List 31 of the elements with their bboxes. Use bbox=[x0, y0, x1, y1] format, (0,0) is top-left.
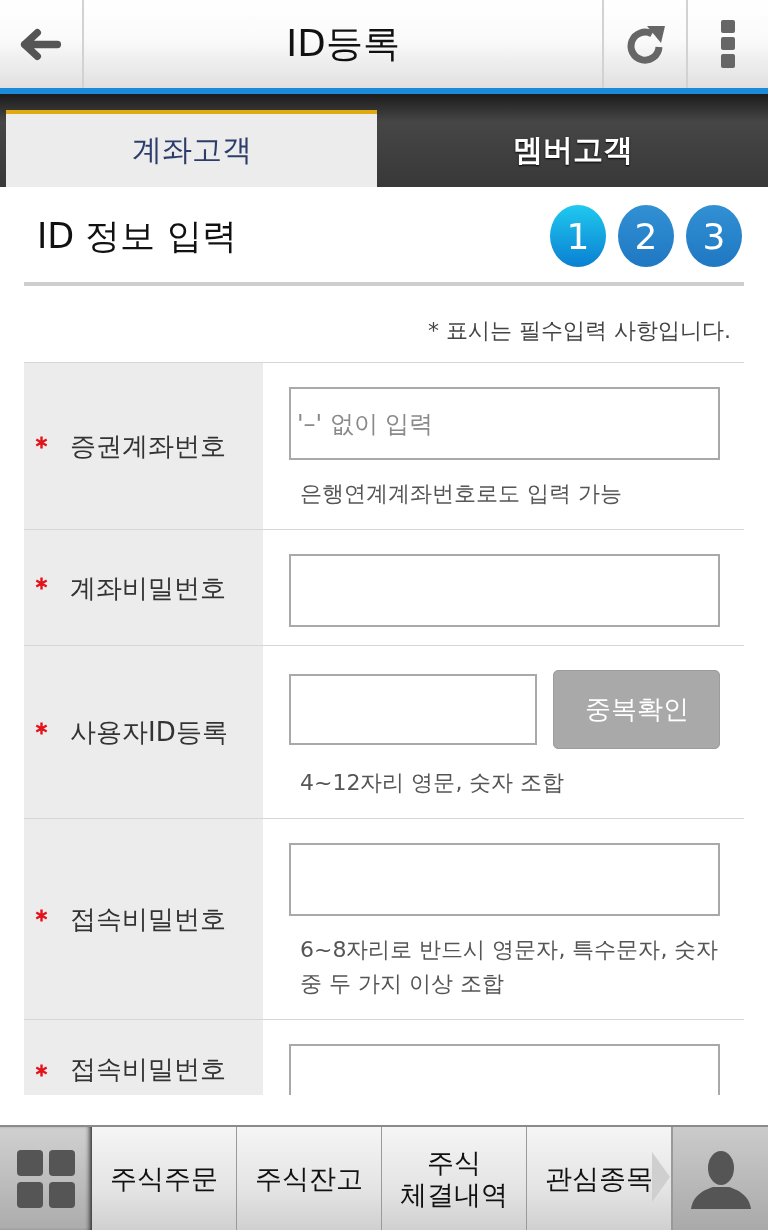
nav-item[interactable]: 주식 체결내역 bbox=[382, 1127, 527, 1230]
required-note: * 표시는 필수입력 사항입니다. bbox=[428, 317, 731, 345]
chevron-icon bbox=[652, 1152, 670, 1202]
more-icon bbox=[721, 20, 735, 68]
help-text: 은행연계계좌번호로도 입력 가능 bbox=[299, 480, 623, 508]
tab[interactable]: 계좌고객 bbox=[6, 110, 377, 187]
field-label: 계좌비밀번호 bbox=[70, 571, 226, 605]
field-label: 접속비밀번호 bbox=[70, 1053, 226, 1086]
help-text: 6~8자리로 반드시 영문자, 특수문자, 숫자 중 두 가지 이상 조합 bbox=[299, 936, 720, 998]
field-label: 증권계좌번호 bbox=[70, 430, 226, 463]
input-field[interactable] bbox=[289, 843, 720, 916]
grid-icon bbox=[17, 1149, 75, 1208]
profile-button[interactable] bbox=[672, 1127, 768, 1230]
step-indicator: 1 bbox=[550, 205, 606, 267]
nav-item[interactable]: 주식주문 bbox=[92, 1127, 237, 1230]
field-label: 사용자ID등록 bbox=[70, 716, 228, 749]
field-label: 접속비밀번호 bbox=[70, 903, 226, 936]
help-text: 4~12자리 영문, 숫자 조합 bbox=[299, 769, 566, 797]
input-field[interactable] bbox=[289, 554, 720, 627]
nav-item[interactable]: 주식잔고 bbox=[237, 1127, 382, 1230]
section-title: ID 정보 입력 bbox=[37, 214, 238, 258]
back-icon bbox=[20, 27, 62, 61]
input-field[interactable] bbox=[289, 674, 537, 745]
step-indicator: 2 bbox=[618, 205, 674, 267]
input-field[interactable] bbox=[289, 1044, 720, 1095]
page-title: ID등록 bbox=[285, 21, 401, 67]
step-indicator: 3 bbox=[686, 205, 742, 267]
person-icon bbox=[689, 1148, 752, 1209]
grid-button[interactable] bbox=[0, 1127, 92, 1230]
tab[interactable]: 멤버고객 bbox=[377, 110, 768, 187]
input-field[interactable]: '–' 없이 입력 bbox=[289, 387, 720, 460]
